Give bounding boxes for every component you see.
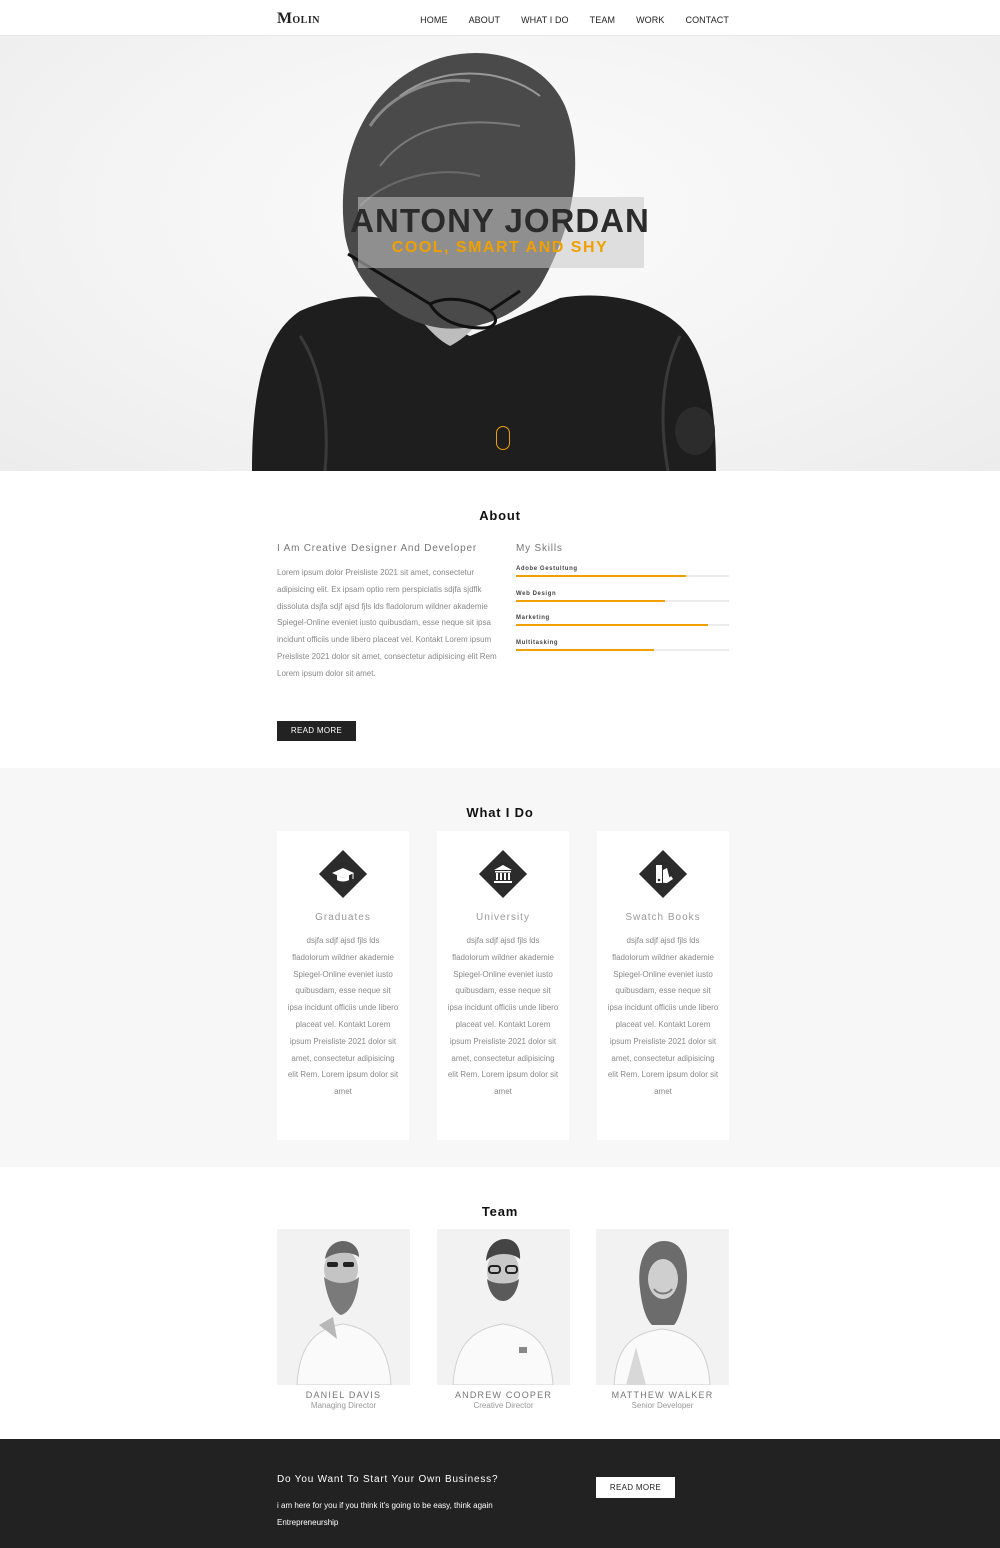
team-member-photo bbox=[277, 1229, 410, 1385]
about-text: Lorem ipsum dolor Preisliste 2021 sit am… bbox=[277, 568, 497, 678]
nav-team[interactable]: TEAM bbox=[590, 15, 615, 25]
team-member-name: MATTHEW WALKER bbox=[611, 1390, 714, 1400]
skill-item: Multitasking bbox=[516, 640, 729, 651]
team-member: MATTHEW WALKER Senior Developer bbox=[596, 1229, 729, 1410]
team-member: ANDREW COOPER Creative Director bbox=[437, 1229, 570, 1410]
service-text: dsjfa sdjf ajsd fjls lds fladolorum wild… bbox=[287, 936, 399, 1097]
team-member-name: ANDREW COOPER bbox=[454, 1390, 553, 1400]
skill-track bbox=[516, 600, 729, 602]
nav-work[interactable]: WORK bbox=[636, 15, 664, 25]
skill-fill bbox=[516, 575, 687, 577]
skill-fill bbox=[516, 600, 666, 602]
team-member-role: Creative Director bbox=[473, 1401, 534, 1410]
about-title: About bbox=[479, 508, 521, 523]
team-member-photo bbox=[437, 1229, 570, 1385]
skill-label: Adobe Gestultung bbox=[516, 566, 578, 572]
skill-label: Marketing bbox=[516, 615, 550, 621]
skill-track bbox=[516, 575, 729, 577]
nav-what-i-do[interactable]: WHAT I DO bbox=[521, 15, 569, 25]
footer-title: Do You Want To Start Your Own Business? bbox=[277, 1474, 499, 1485]
skill-item: Web Design bbox=[516, 591, 729, 602]
logo-initial: M bbox=[277, 10, 293, 27]
hero-name: ANTONY JORDAN bbox=[350, 202, 650, 239]
logo-rest: OLIN bbox=[292, 15, 320, 26]
university-icon bbox=[478, 849, 528, 899]
service-card-university: University dsjfa sdjf ajsd fjls lds flad… bbox=[437, 831, 569, 1140]
top-navbar: MOLIN HOME ABOUT WHAT I DO TEAM WORK CON… bbox=[0, 0, 1000, 36]
about-read-more-button[interactable]: READ MORE bbox=[277, 721, 356, 741]
hero-tagline: COOL, SMART AND SHY bbox=[391, 239, 609, 256]
skill-item: Adobe Gestultung bbox=[516, 566, 729, 577]
team-member-photo bbox=[596, 1229, 729, 1385]
swatch-book-icon bbox=[638, 849, 688, 899]
service-text: dsjfa sdjf ajsd fjls lds fladolorum wild… bbox=[447, 936, 559, 1097]
team-member-role: Managing Director bbox=[310, 1401, 377, 1410]
skill-fill bbox=[516, 624, 708, 626]
service-title: Swatch Books bbox=[625, 912, 701, 923]
hero-section: ANTONY JORDAN COOL, SMART AND SHY bbox=[0, 36, 1000, 471]
team-title: Team bbox=[481, 1204, 519, 1219]
skill-item: Marketing bbox=[516, 615, 729, 626]
service-card-swatch-books: Swatch Books dsjfa sdjf ajsd fjls lds fl… bbox=[597, 831, 729, 1140]
service-title: Graduates bbox=[315, 912, 371, 923]
skill-label: Multitasking bbox=[516, 640, 559, 646]
footer-text: i am here for you if you think it's goin… bbox=[277, 1501, 493, 1527]
skill-fill bbox=[516, 649, 655, 651]
team-member-name: DANIEL DAVIS bbox=[305, 1390, 382, 1400]
about-subtitle: I Am Creative Designer And Developer bbox=[277, 543, 477, 554]
skill-track bbox=[516, 649, 729, 651]
nav-home[interactable]: HOME bbox=[420, 15, 447, 25]
nav-about[interactable]: ABOUT bbox=[469, 15, 501, 25]
graduation-cap-icon bbox=[318, 849, 368, 899]
service-title: University bbox=[476, 912, 530, 923]
team-member-role: Senior Developer bbox=[631, 1401, 694, 1410]
footer-read-more-button[interactable]: READ MORE bbox=[596, 1477, 675, 1498]
scroll-indicator-icon[interactable] bbox=[496, 426, 510, 450]
team-member: DANIEL DAVIS Managing Director bbox=[277, 1229, 410, 1410]
skill-label: Web Design bbox=[516, 591, 557, 597]
service-text: dsjfa sdjf ajsd fjls lds fladolorum wild… bbox=[607, 936, 719, 1097]
skills-title: My Skills bbox=[516, 543, 563, 554]
skill-track bbox=[516, 624, 729, 626]
nav-contact[interactable]: CONTACT bbox=[685, 15, 729, 25]
footer-cta: Do You Want To Start Your Own Business? … bbox=[0, 1439, 1000, 1548]
service-card-graduates: Graduates dsjfa sdjf ajsd fjls lds flado… bbox=[277, 831, 409, 1140]
what-i-do-title: What I Do bbox=[466, 805, 534, 820]
logo[interactable]: MOLIN bbox=[277, 10, 320, 28]
nav-menu: HOME ABOUT WHAT I DO TEAM WORK CONTACT bbox=[399, 15, 729, 25]
